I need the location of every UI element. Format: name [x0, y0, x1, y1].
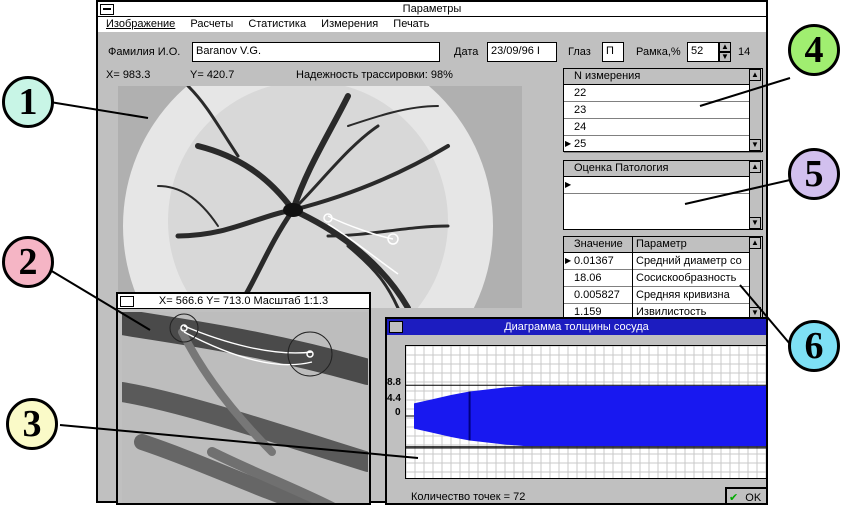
callout-2: 2 — [2, 236, 54, 288]
callout-5: 5 — [788, 148, 840, 200]
callout-6: 6 — [788, 320, 840, 372]
callout-3: 3 — [6, 398, 58, 450]
callout-4: 4 — [788, 24, 840, 76]
callout-1: 1 — [2, 76, 54, 128]
leader-lines — [49, 77, 791, 459]
